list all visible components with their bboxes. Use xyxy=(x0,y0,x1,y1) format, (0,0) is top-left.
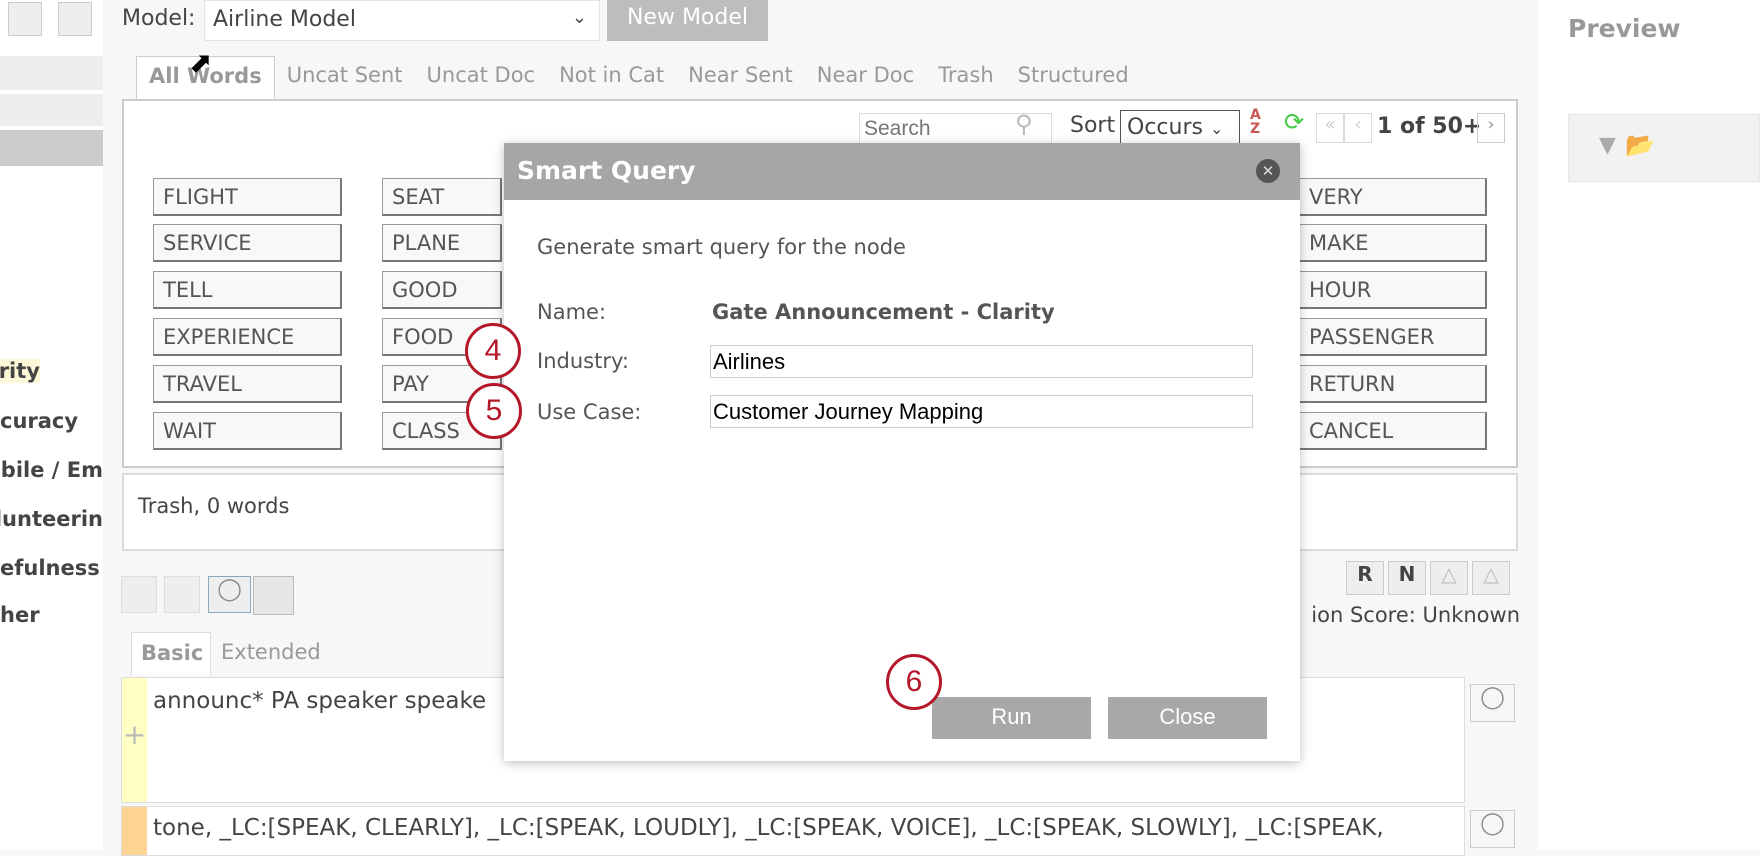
query-text[interactable]: tone, _LC:[SPEAK, CLEARLY], _LC:[SPEAK, … xyxy=(153,815,1384,841)
trash-status: Trash, 0 words xyxy=(138,494,290,518)
remove-filter-icon[interactable]: △ xyxy=(1472,561,1510,595)
r-icon[interactable]: R xyxy=(1346,561,1384,595)
sort-az-icon[interactable]: AZ xyxy=(1250,108,1261,136)
bulb-icon[interactable]: ◯ xyxy=(1470,684,1515,722)
word-button[interactable]: SERVICE xyxy=(153,224,342,262)
name-label: Name: xyxy=(537,300,607,324)
sidebar-item[interactable]: lunteerin xyxy=(0,507,103,531)
query-text[interactable]: announc* PA speaker speake xyxy=(153,688,486,714)
next-page-button[interactable]: › xyxy=(1477,113,1505,143)
add-filter-icon[interactable]: △ xyxy=(1430,561,1468,595)
word-button[interactable]: MAKE xyxy=(1299,224,1487,262)
bulb-icon[interactable]: ◯ xyxy=(208,576,251,613)
search-icon[interactable]: ⚲ xyxy=(1015,110,1033,138)
dialog-description: Generate smart query for the node xyxy=(537,235,906,259)
save-check-icon[interactable] xyxy=(164,576,200,613)
word-button[interactable]: PASSENGER xyxy=(1299,318,1487,356)
n-icon[interactable]: N xyxy=(1388,561,1426,595)
callout-5: 5 xyxy=(466,383,522,439)
sort-value: Occurs xyxy=(1127,115,1203,140)
sidebar-item[interactable]: curacy xyxy=(0,409,103,433)
usecase-input[interactable] xyxy=(710,395,1253,428)
word-button[interactable]: PLANE xyxy=(382,224,502,262)
word-button[interactable]: TELL xyxy=(153,271,342,309)
word-button[interactable]: VERY xyxy=(1299,178,1487,216)
settings-sliders-icon[interactable] xyxy=(253,576,294,615)
filter-icon[interactable]: ▼ xyxy=(1599,133,1616,158)
run-button[interactable]: Run xyxy=(932,697,1091,739)
word-button[interactable]: RETURN xyxy=(1299,365,1487,403)
usecase-label: Use Case: xyxy=(537,400,642,424)
new-model-button[interactable]: New Model xyxy=(607,0,768,41)
callout-6: 6 xyxy=(886,654,942,710)
first-page-button[interactable]: « xyxy=(1316,113,1344,143)
sidebar-item[interactable]: rity xyxy=(0,359,40,383)
add-icon[interactable]: + xyxy=(122,678,147,802)
tab-near-sent[interactable]: Near Sent xyxy=(676,56,805,99)
sidebar-bar[interactable] xyxy=(0,56,103,90)
tab-uncat-sent[interactable]: Uncat Sent xyxy=(275,56,415,99)
tab-near-doc[interactable]: Near Doc xyxy=(805,56,926,99)
word-button[interactable]: SEAT xyxy=(382,178,502,216)
sort-label: Sort xyxy=(1070,113,1116,138)
word-button[interactable]: EXPERIENCE xyxy=(153,318,342,356)
model-select[interactable]: Airline Model ⌄ xyxy=(204,0,600,41)
name-value: Gate Announcement - Clarity xyxy=(712,300,1055,324)
dialog-title: Smart Query xyxy=(504,143,1300,200)
prev-page-button[interactable]: ‹ xyxy=(1344,113,1372,143)
sidebar-item[interactable]: obile / Em xyxy=(0,458,103,482)
word-button[interactable]: GOOD xyxy=(382,271,502,309)
preview-filter-box: ▼ 📂 xyxy=(1568,114,1760,182)
industry-label: Industry: xyxy=(537,349,629,373)
callout-4: 4 xyxy=(465,323,521,379)
chevron-down-icon: ⌄ xyxy=(571,7,587,28)
save-icon[interactable] xyxy=(121,576,157,613)
delete-icon[interactable] xyxy=(58,2,92,36)
add-icon[interactable] xyxy=(8,2,42,36)
sidebar-item[interactable]: efulness xyxy=(0,556,103,580)
preview-title: Preview xyxy=(1568,14,1681,43)
tab-extended[interactable]: Extended xyxy=(221,640,321,664)
page-indicator: 1 of 50+ xyxy=(1377,114,1482,139)
word-button[interactable]: CANCEL xyxy=(1299,412,1487,450)
tab-basic[interactable]: Basic xyxy=(131,632,211,675)
word-button[interactable]: FLIGHT xyxy=(153,178,342,216)
close-button[interactable]: Close xyxy=(1108,697,1267,739)
sidebar-bar-selected[interactable] xyxy=(0,130,103,166)
bulb-icon[interactable]: ◯ xyxy=(1470,810,1515,848)
tab-not-in-cat[interactable]: Not in Cat xyxy=(547,56,676,99)
industry-input[interactable] xyxy=(710,345,1253,378)
sidebar-item[interactable]: her xyxy=(0,603,103,627)
tab-trash[interactable]: Trash xyxy=(926,56,1006,99)
close-icon[interactable]: ✕ xyxy=(1256,159,1280,183)
word-tabs: All Words Uncat Sent Uncat Doc Not in Ca… xyxy=(136,56,1141,99)
tab-structured[interactable]: Structured xyxy=(1006,56,1141,99)
mouse-cursor: ⬈ xyxy=(189,46,213,79)
sort-select[interactable]: Occurs ⌄ xyxy=(1120,110,1240,146)
tab-uncat-doc[interactable]: Uncat Doc xyxy=(415,56,548,99)
refresh-icon[interactable]: ⟳ xyxy=(1284,108,1304,136)
word-button[interactable]: HOUR xyxy=(1299,271,1487,309)
folder-open-icon[interactable]: 📂 xyxy=(1625,131,1655,159)
model-label: Model: xyxy=(122,6,196,31)
query-row[interactable]: tone, _LC:[SPEAK, CLEARLY], _LC:[SPEAK, … xyxy=(121,806,1465,856)
model-value: Airline Model xyxy=(213,7,356,32)
sidebar: rity curacy obile / Em lunteerin efulnes… xyxy=(0,0,103,850)
sidebar-bar[interactable] xyxy=(0,94,103,126)
word-button[interactable]: WAIT xyxy=(153,412,342,450)
word-button[interactable]: TRAVEL xyxy=(153,365,342,403)
